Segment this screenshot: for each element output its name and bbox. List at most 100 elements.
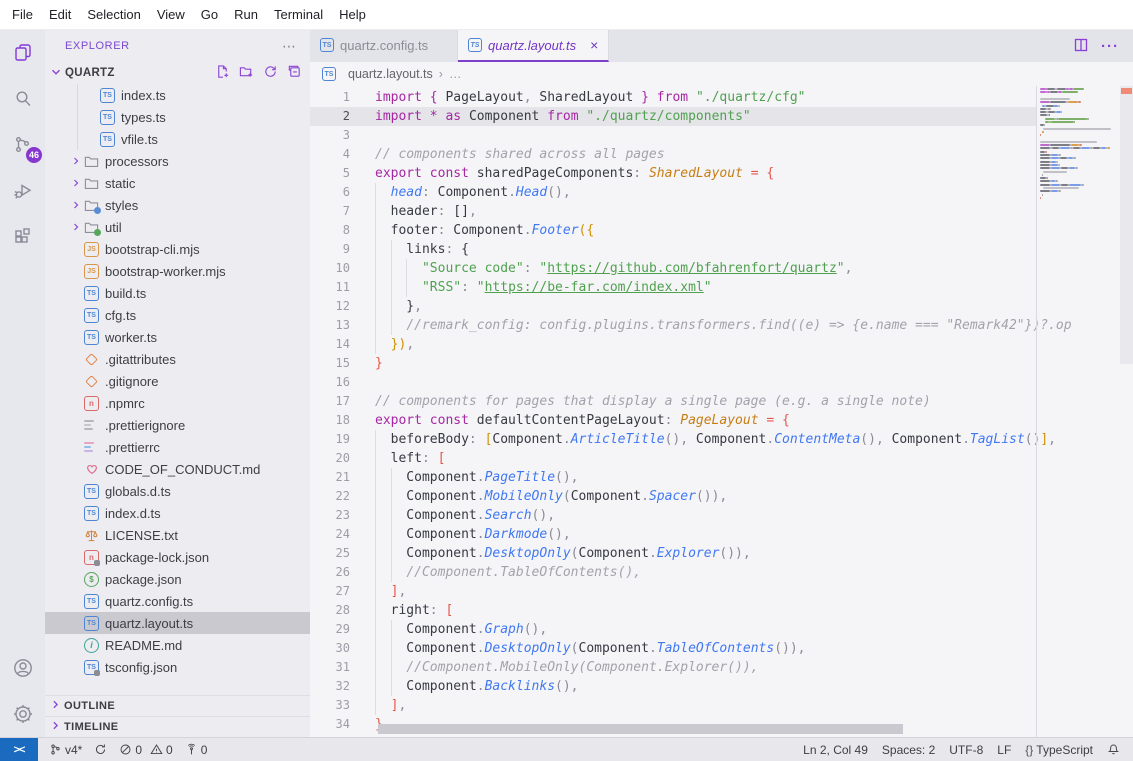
sync-icon[interactable] bbox=[89, 743, 112, 756]
line-number[interactable]: 11 bbox=[310, 278, 366, 297]
horizontal-scrollbar[interactable] bbox=[378, 724, 903, 734]
tree-item-tsconfig.json[interactable]: TStsconfig.json bbox=[45, 656, 310, 678]
code-line-18[interactable]: 18export const defaultContentPageLayout:… bbox=[310, 411, 1037, 430]
code-line-32[interactable]: 32 Component.Backlinks(), bbox=[310, 677, 1037, 696]
code-line-3[interactable]: 3 bbox=[310, 126, 1037, 145]
code-line-7[interactable]: 7 header: [], bbox=[310, 202, 1037, 221]
line-number[interactable]: 34 bbox=[310, 715, 366, 734]
code-line-16[interactable]: 16 bbox=[310, 373, 1037, 392]
explorer-more-icon[interactable]: ⋯ bbox=[282, 38, 298, 55]
code-line-4[interactable]: 4// components shared across all pages bbox=[310, 145, 1037, 164]
code-line-13[interactable]: 13 //remark_config: config.plugins.trans… bbox=[310, 316, 1037, 335]
line-number[interactable]: 28 bbox=[310, 601, 366, 620]
breadcrumb[interactable]: TS quartz.layout.ts › … bbox=[310, 62, 1133, 86]
line-number[interactable]: 7 bbox=[310, 202, 366, 221]
line-number[interactable]: 27 bbox=[310, 582, 366, 601]
line-number[interactable]: 1 bbox=[310, 88, 366, 107]
line-number[interactable]: 2 bbox=[310, 107, 366, 126]
code-line-29[interactable]: 29 Component.Graph(), bbox=[310, 620, 1037, 639]
new-folder-icon[interactable] bbox=[239, 64, 254, 82]
code-line-30[interactable]: 30 Component.DesktopOnly(Component.Table… bbox=[310, 639, 1037, 658]
menu-edit[interactable]: Edit bbox=[41, 3, 79, 26]
code-line-10[interactable]: 10 "Source code": "https://github.com/bf… bbox=[310, 259, 1037, 278]
code-line-9[interactable]: 9 links: { bbox=[310, 240, 1037, 259]
line-number[interactable]: 24 bbox=[310, 525, 366, 544]
code-line-1[interactable]: 1import { PageLayout, SharedLayout } fro… bbox=[310, 88, 1037, 107]
line-number[interactable]: 15 bbox=[310, 354, 366, 373]
menu-view[interactable]: View bbox=[149, 3, 193, 26]
code-line-11[interactable]: 11 "RSS": "https://be-far.com/index.xml" bbox=[310, 278, 1037, 297]
tree-item-vfile.ts[interactable]: TSvfile.ts bbox=[45, 128, 310, 150]
line-number[interactable]: 26 bbox=[310, 563, 366, 582]
line-number[interactable]: 6 bbox=[310, 183, 366, 202]
tree-item-index.ts[interactable]: TSindex.ts bbox=[45, 84, 310, 106]
line-number[interactable]: 12 bbox=[310, 297, 366, 316]
menu-go[interactable]: Go bbox=[193, 3, 226, 26]
menu-run[interactable]: Run bbox=[226, 3, 266, 26]
tree-item-package-lock.json[interactable]: npackage-lock.json bbox=[45, 546, 310, 568]
tree-item-.gitignore[interactable]: .gitignore bbox=[45, 370, 310, 392]
code-line-26[interactable]: 26 //Component.TableOfContents(), bbox=[310, 563, 1037, 582]
breadcrumb-file[interactable]: quartz.layout.ts bbox=[348, 67, 433, 81]
menu-help[interactable]: Help bbox=[331, 3, 374, 26]
refresh-icon[interactable] bbox=[263, 64, 278, 82]
remote-indicator[interactable]: >< bbox=[0, 738, 38, 761]
tree-item-static[interactable]: static bbox=[45, 172, 310, 194]
tree-item-bootstrap-worker.mjs[interactable]: JSbootstrap-worker.mjs bbox=[45, 260, 310, 282]
tree-item-types.ts[interactable]: TStypes.ts bbox=[45, 106, 310, 128]
extensions-icon[interactable] bbox=[0, 214, 45, 260]
settings-gear-icon[interactable] bbox=[0, 691, 45, 737]
code-line-5[interactable]: 5export const sharedPageComponents: Shar… bbox=[310, 164, 1037, 183]
explorer-icon[interactable] bbox=[0, 30, 45, 76]
menu-file[interactable]: File bbox=[4, 3, 41, 26]
tree-item-CODE_OF_CONDUCT.md[interactable]: CODE_OF_CONDUCT.md bbox=[45, 458, 310, 480]
tree-item-util[interactable]: util bbox=[45, 216, 310, 238]
cursor-position[interactable]: Ln 2, Col 49 bbox=[798, 743, 873, 757]
menu-terminal[interactable]: Terminal bbox=[266, 3, 331, 26]
code-editor[interactable]: 1import { PageLayout, SharedLayout } fro… bbox=[310, 86, 1133, 737]
tree-item-quartz.layout.ts[interactable]: TSquartz.layout.ts bbox=[45, 612, 310, 634]
line-number[interactable]: 16 bbox=[310, 373, 366, 392]
line-number[interactable]: 13 bbox=[310, 316, 366, 335]
line-number[interactable]: 4 bbox=[310, 145, 366, 164]
line-number[interactable]: 25 bbox=[310, 544, 366, 563]
git-branch-item[interactable]: v4* bbox=[44, 743, 87, 757]
code-line-31[interactable]: 31 //Component.MobileOnly(Component.Expl… bbox=[310, 658, 1037, 677]
tree-item-package.json[interactable]: $package.json bbox=[45, 568, 310, 590]
code-line-6[interactable]: 6 head: Component.Head(), bbox=[310, 183, 1037, 202]
line-number[interactable]: 14 bbox=[310, 335, 366, 354]
code-line-21[interactable]: 21 Component.PageTitle(), bbox=[310, 468, 1037, 487]
code-line-8[interactable]: 8 footer: Component.Footer({ bbox=[310, 221, 1037, 240]
section-timeline[interactable]: TIMELINE bbox=[45, 716, 310, 737]
code-line-14[interactable]: 14 }), bbox=[310, 335, 1037, 354]
notifications-bell-icon[interactable] bbox=[1102, 743, 1125, 756]
run-debug-icon[interactable] bbox=[0, 168, 45, 214]
close-tab-icon[interactable]: × bbox=[590, 37, 598, 53]
editor-more-actions-icon[interactable]: ··· bbox=[1101, 38, 1119, 55]
section-quartz[interactable]: QUARTZ bbox=[45, 62, 310, 84]
tree-item-styles[interactable]: styles bbox=[45, 194, 310, 216]
source-control-icon[interactable]: 46 bbox=[0, 122, 45, 168]
tree-item-globals.d.ts[interactable]: TSglobals.d.ts bbox=[45, 480, 310, 502]
line-number[interactable]: 23 bbox=[310, 506, 366, 525]
code-line-2[interactable]: 2import * as Component from "./quartz/co… bbox=[310, 107, 1037, 126]
tree-item-build.ts[interactable]: TSbuild.ts bbox=[45, 282, 310, 304]
line-number[interactable]: 21 bbox=[310, 468, 366, 487]
tree-item-LICENSE.txt[interactable]: LICENSE.txt bbox=[45, 524, 310, 546]
line-number[interactable]: 20 bbox=[310, 449, 366, 468]
code-line-23[interactable]: 23 Component.Search(), bbox=[310, 506, 1037, 525]
line-number[interactable]: 33 bbox=[310, 696, 366, 715]
tab-quartz.layout.ts[interactable]: TSquartz.layout.ts× bbox=[458, 30, 609, 62]
menu-selection[interactable]: Selection bbox=[79, 3, 148, 26]
line-number[interactable]: 5 bbox=[310, 164, 366, 183]
eol-sequence[interactable]: LF bbox=[992, 743, 1016, 757]
tree-item-quartz.config.ts[interactable]: TSquartz.config.ts bbox=[45, 590, 310, 612]
line-number[interactable]: 17 bbox=[310, 392, 366, 411]
split-editor-icon[interactable] bbox=[1073, 37, 1089, 56]
code-line-12[interactable]: 12 }, bbox=[310, 297, 1037, 316]
search-icon[interactable] bbox=[0, 76, 45, 122]
new-file-icon[interactable] bbox=[215, 64, 230, 82]
line-number[interactable]: 31 bbox=[310, 658, 366, 677]
line-number[interactable]: 22 bbox=[310, 487, 366, 506]
tree-item-bootstrap-cli.mjs[interactable]: JSbootstrap-cli.mjs bbox=[45, 238, 310, 260]
